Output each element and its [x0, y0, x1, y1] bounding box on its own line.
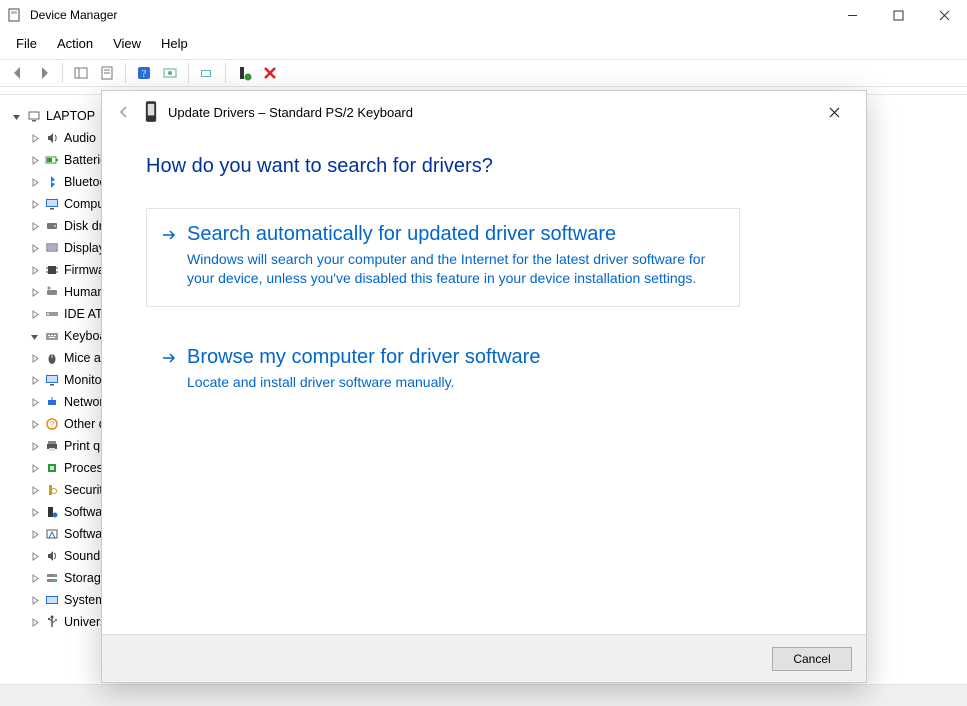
- option-search-auto[interactable]: Search automatically for updated driver …: [146, 208, 740, 307]
- dialog-close-button[interactable]: [814, 97, 854, 127]
- dialog-body: How do you want to search for drivers? S…: [102, 133, 866, 634]
- toolbar-separator: [188, 63, 189, 83]
- printer-icon: [44, 438, 60, 454]
- monitor-icon: [44, 372, 60, 388]
- option-description: Windows will search your computer and th…: [187, 250, 715, 288]
- toolbar: ?: [0, 59, 967, 87]
- dialog-title-prefix: Update Drivers –: [168, 105, 266, 120]
- show-hide-tree-button[interactable]: [69, 61, 93, 85]
- dialog-titlebar: Update Drivers – Standard PS/2 Keyboard: [102, 91, 866, 133]
- expand-collapse-icon[interactable]: [28, 396, 40, 408]
- status-bar: [0, 684, 967, 706]
- storage-icon: [44, 570, 60, 586]
- nav-forward-button[interactable]: [32, 61, 56, 85]
- dialog-footer: Cancel: [102, 634, 866, 682]
- toolbar-separator: [225, 63, 226, 83]
- properties-button[interactable]: [95, 61, 119, 85]
- security-icon: [44, 482, 60, 498]
- expand-collapse-icon[interactable]: [28, 154, 40, 166]
- chip-icon: [44, 262, 60, 278]
- uninstall-device-button[interactable]: [258, 61, 282, 85]
- hid-icon: [44, 284, 60, 300]
- expand-collapse-icon[interactable]: [28, 132, 40, 144]
- expand-collapse-icon[interactable]: [10, 110, 22, 122]
- expand-collapse-icon[interactable]: [28, 506, 40, 518]
- display-icon: [44, 240, 60, 256]
- expand-collapse-icon[interactable]: [28, 374, 40, 386]
- expand-collapse-icon[interactable]: [28, 220, 40, 232]
- nav-back-button[interactable]: [6, 61, 30, 85]
- expand-collapse-icon[interactable]: [28, 594, 40, 606]
- monitor-icon: [44, 196, 60, 212]
- menu-view[interactable]: View: [105, 34, 149, 53]
- minimize-button[interactable]: [829, 0, 875, 30]
- tree-root-label: LAPTOP: [46, 105, 95, 127]
- enable-device-button[interactable]: [232, 61, 256, 85]
- expand-collapse-icon[interactable]: [28, 308, 40, 320]
- computer-icon: [26, 108, 42, 124]
- menu-file[interactable]: File: [8, 34, 45, 53]
- svg-text:?: ?: [50, 420, 55, 429]
- expand-collapse-icon[interactable]: [28, 528, 40, 540]
- expand-collapse-icon[interactable]: [28, 330, 40, 342]
- expand-collapse-icon[interactable]: [28, 198, 40, 210]
- maximize-button[interactable]: [875, 0, 921, 30]
- menubar: File Action View Help: [0, 30, 967, 59]
- expand-collapse-icon[interactable]: [28, 352, 40, 364]
- option-title: Search automatically for updated driver …: [187, 223, 715, 246]
- dialog-heading: How do you want to search for drivers?: [146, 155, 838, 178]
- usb-icon: [44, 614, 60, 630]
- mouse-icon: [44, 350, 60, 366]
- update-driver-button[interactable]: [195, 61, 219, 85]
- bluetooth-icon: [44, 174, 60, 190]
- tree-node-label: Audio: [64, 127, 96, 149]
- expand-collapse-icon[interactable]: [28, 572, 40, 584]
- speaker-icon: [44, 130, 60, 146]
- option-description: Locate and install driver software manua…: [187, 373, 715, 392]
- cancel-button[interactable]: Cancel: [772, 647, 852, 671]
- close-button[interactable]: [921, 0, 967, 30]
- other-icon: ?: [44, 416, 60, 432]
- toolbar-separator: [125, 63, 126, 83]
- dialog-back-button[interactable]: [112, 100, 136, 124]
- window-title: Device Manager: [30, 8, 117, 22]
- dialog-title: Update Drivers – Standard PS/2 Keyboard: [168, 105, 413, 120]
- device-icon: [142, 100, 160, 124]
- dialog-device-name: Standard PS/2 Keyboard: [269, 105, 413, 120]
- toolbar-separator: [62, 63, 63, 83]
- help-button[interactable]: ?: [132, 61, 156, 85]
- network-icon: [44, 394, 60, 410]
- cpu-icon: [44, 460, 60, 476]
- svg-text:?: ?: [142, 69, 147, 80]
- expand-collapse-icon[interactable]: [28, 616, 40, 628]
- sound-icon: [44, 548, 60, 564]
- scan-hardware-button[interactable]: [158, 61, 182, 85]
- app-icon: [6, 7, 22, 23]
- option-title: Browse my computer for driver software: [187, 346, 715, 369]
- option-browse-manual[interactable]: Browse my computer for driver software L…: [146, 331, 740, 411]
- battery-icon: [44, 152, 60, 168]
- update-drivers-dialog: Update Drivers – Standard PS/2 Keyboard …: [101, 90, 867, 683]
- expand-collapse-icon[interactable]: [28, 242, 40, 254]
- arrow-right-icon: [161, 350, 177, 366]
- disk-icon: [44, 218, 60, 234]
- menu-action[interactable]: Action: [49, 34, 101, 53]
- ide-icon: [44, 306, 60, 322]
- expand-collapse-icon[interactable]: [28, 286, 40, 298]
- expand-collapse-icon[interactable]: [28, 418, 40, 430]
- expand-collapse-icon[interactable]: [28, 264, 40, 276]
- keyboard-icon: [44, 328, 60, 344]
- system-icon: [44, 592, 60, 608]
- swdev-icon: [44, 526, 60, 542]
- expand-collapse-icon[interactable]: [28, 484, 40, 496]
- expand-collapse-icon[interactable]: [28, 550, 40, 562]
- swcomp-icon: [44, 504, 60, 520]
- arrow-right-icon: [161, 227, 177, 243]
- expand-collapse-icon[interactable]: [28, 462, 40, 474]
- window-titlebar: Device Manager: [0, 0, 967, 30]
- expand-collapse-icon[interactable]: [28, 440, 40, 452]
- menu-help[interactable]: Help: [153, 34, 196, 53]
- expand-collapse-icon[interactable]: [28, 176, 40, 188]
